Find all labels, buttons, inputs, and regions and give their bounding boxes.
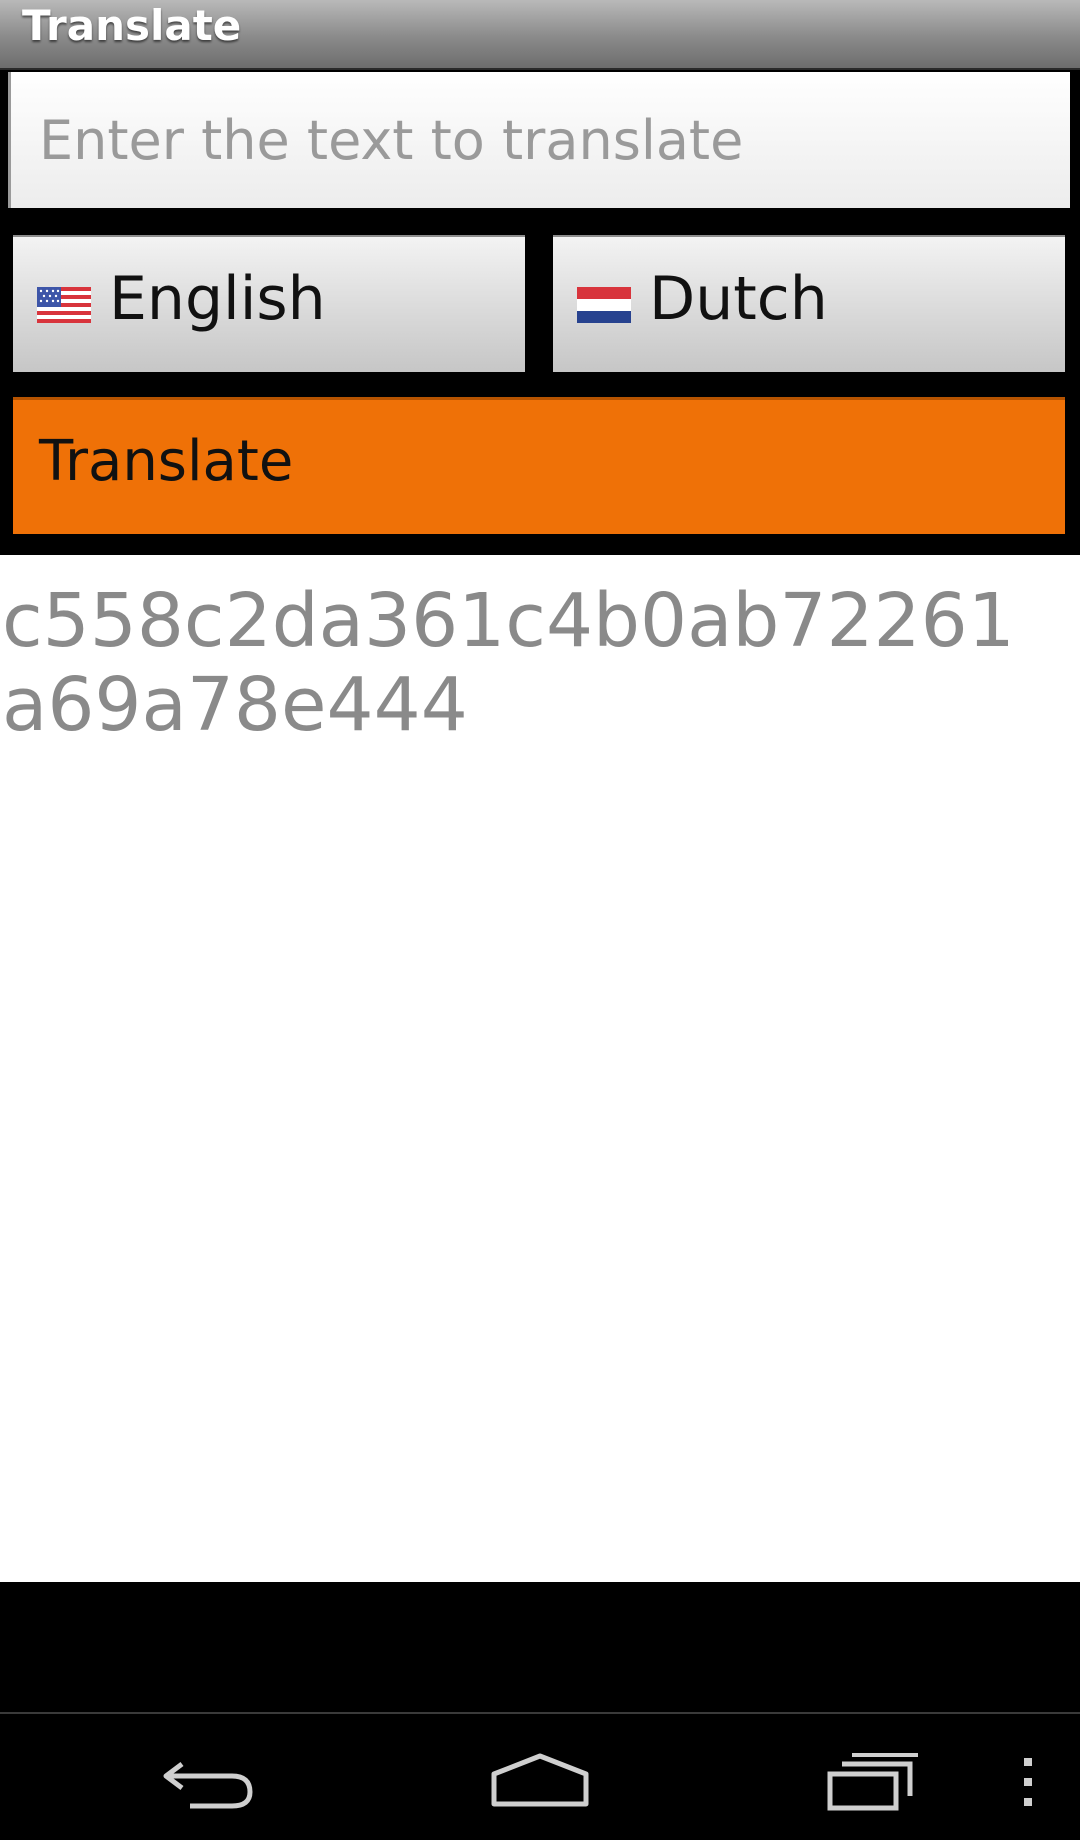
source-language-button[interactable]: English [13,235,525,372]
text-input-container [8,72,1070,208]
overflow-menu-icon[interactable] [1018,1756,1038,1808]
app-screen: Translate English Dutch [0,0,1080,1840]
translation-result-area: c558c2da361c4b0ab72261a69a78e444 [0,555,1080,1582]
target-language-button[interactable]: Dutch [553,235,1065,372]
netherlands-flag-icon [577,287,631,323]
translation-result-text: c558c2da361c4b0ab72261a69a78e444 [2,578,1015,748]
back-icon[interactable] [160,1754,256,1810]
translate-button[interactable]: Translate [13,397,1065,534]
recent-apps-icon[interactable] [826,1752,922,1812]
title-bar: Translate [0,0,1080,70]
source-language-label: English [109,264,326,334]
app-title: Translate [22,1,242,50]
home-icon[interactable] [490,1752,590,1808]
us-flag-icon [37,287,91,323]
target-language-label: Dutch [649,264,828,334]
translate-button-label: Translate [39,429,294,494]
translate-text-input[interactable] [11,72,1070,208]
system-navigation-bar [0,1712,1080,1840]
